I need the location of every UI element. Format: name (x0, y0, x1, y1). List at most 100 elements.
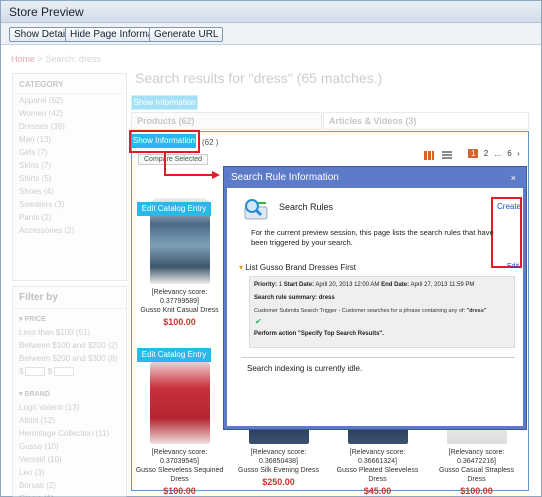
filter-box: Filter by ▾ PRICE Less than $100 (51) Bet… (12, 286, 127, 497)
product-price-2: $100.00 (163, 486, 196, 496)
product-score-1: [Relevancy score: 0.37799589] (151, 289, 208, 305)
grid-view-icon[interactable] (424, 151, 434, 160)
brand-filter-item-3[interactable]: Hermitage Collection (11) (13, 427, 126, 440)
price-filter-item-2[interactable]: Between $100 and $200 (2) (13, 339, 126, 352)
list-view-icon[interactable] (442, 151, 452, 160)
rule-name-label[interactable]: List Gusso Brand Dresses First (245, 263, 356, 272)
show-information-highlight (129, 130, 200, 153)
window-titlebar: Store Preview (1, 1, 541, 23)
price-from-symbol: $ (19, 367, 24, 376)
category-item-4[interactable]: Men (13) (13, 133, 126, 146)
callout-arrow-vertical (164, 153, 166, 176)
rule-trigger-text: Customer Submits Search Trigger - Custom… (254, 308, 465, 314)
product-score-5: [Relevancy score: 0.36472216] (448, 449, 505, 465)
expand-arrow-icon[interactable]: ▾ (239, 263, 243, 272)
page-6[interactable]: 6 (507, 149, 511, 158)
checkmark-icon: ✔ (255, 317, 262, 326)
price-range-inputs: $ $ (13, 365, 126, 378)
product-score-3: [Relevancy score: 0.36850438] (250, 449, 307, 465)
callout-arrow-horizontal (164, 174, 213, 176)
rules-description: For the current preview session, this pa… (251, 228, 494, 247)
generate-url-button[interactable]: Generate URL (149, 27, 224, 42)
product-card-1[interactable]: [Relevancy score: 0.37799589] Gusso Knit… (133, 198, 226, 327)
price-filter-item-3[interactable]: Between $200 and $300 (8) (13, 352, 126, 365)
start-date-value: April 20, 2013 12:00 AM (315, 282, 380, 288)
rule-name[interactable]: ▾ List Gusso Brand Dresses First (239, 263, 356, 272)
compare-selected-label: Compare Selected (144, 156, 202, 163)
brand-heading-label: BRAND (24, 391, 50, 399)
priority-value: 1 (278, 282, 283, 288)
brand-filter-item-8[interactable]: Glacio (1) (13, 492, 126, 497)
product-name-2[interactable]: Gusso Sleeveless Sequined Dress (133, 466, 226, 484)
brand-heading: ▾ BRAND (19, 391, 50, 399)
divider (241, 357, 515, 358)
category-item-3[interactable]: Dresses (39) (13, 120, 126, 133)
product-price-5: $100.00 (460, 486, 493, 496)
category-item-5[interactable]: Girls (7) (13, 146, 126, 159)
category-item-7[interactable]: Shirts (5) (13, 172, 126, 185)
rule-details-box: Priority: 1 Start Date: April 20, 2013 1… (249, 276, 515, 348)
product-card-2[interactable]: [Relevancy score: 0.37039545] Gusso Slee… (133, 358, 226, 496)
rule-action: Perform action "Specify Top Search Resul… (254, 331, 384, 337)
brand-filter-item-6[interactable]: Leo (3) (13, 466, 126, 479)
category-item-10[interactable]: Pants (2) (13, 211, 126, 224)
brand-filter-item-5[interactable]: Versatil (10) (13, 453, 126, 466)
compare-selected-button[interactable]: Compare Selected (138, 154, 208, 165)
brand-filter-item-2[interactable]: Albini (12) (13, 414, 126, 427)
tab-products[interactable]: Products (62) (131, 112, 322, 130)
filter-heading: Filter by (13, 287, 126, 309)
category-box: CATEGORY Apparel (62) Women (42) Dresses (… (12, 73, 127, 281)
product-image-2[interactable] (149, 358, 210, 444)
indexing-status: Search indexing is currently idle. (247, 364, 363, 373)
product-name-5[interactable]: Gusso Casual Strapless Dress (430, 466, 523, 484)
show-information-button-top[interactable]: Show Information (131, 95, 198, 110)
product-price-1: $100.00 (163, 317, 196, 327)
search-results-title: Search results for "dress" (65 matches.) (135, 70, 383, 86)
callout-arrow-head (212, 171, 220, 179)
close-icon[interactable]: × (511, 173, 516, 183)
page-ellipsis: ... (494, 149, 502, 158)
store-preview-window: Store Preview Show Details Hide Page Inf… (0, 0, 542, 497)
price-heading-label: PRICE (24, 316, 46, 323)
category-item-1[interactable]: Apparel (62) (13, 94, 126, 107)
brand-filter-item-4[interactable]: Gusso (10) (13, 440, 126, 453)
page-1[interactable]: 1 (468, 149, 479, 158)
category-item-11[interactable]: Accessories (2) (13, 224, 126, 237)
next-page-icon[interactable]: › (517, 149, 520, 158)
price-min-input[interactable] (25, 367, 46, 377)
product-name-4[interactable]: Gusso Pleated Sleeveless Dress (331, 466, 424, 484)
product-name-3[interactable]: Gusso Silk Evening Dress (232, 466, 325, 475)
dialog-title: Search Rule Information (231, 172, 339, 183)
brand-filter-item-7[interactable]: Borsati (2) (13, 479, 126, 492)
brand-filter-item-1[interactable]: Lugri Valenti (13) (13, 401, 126, 414)
price-max-input[interactable] (54, 367, 75, 377)
price-heading: ▾ PRICE (19, 316, 46, 323)
page-2[interactable]: 2 (484, 149, 488, 158)
category-item-2[interactable]: Women (42) (13, 107, 126, 120)
search-rule-dialog: Search Rule Information × Search Rules C… (223, 166, 527, 430)
breadcrumb-separator: > (37, 54, 43, 64)
rule-trigger-term: "dress" (466, 308, 487, 314)
product-score-4: [Relevancy score: 0.36661324] (349, 449, 406, 465)
breadcrumb-current: Search: dress (45, 54, 101, 64)
window-title: Store Preview (9, 5, 84, 19)
brand-filter-list: Lugri Valenti (13) Albini (12) Hermitage C… (13, 401, 126, 497)
end-date-value: April 27, 2013 11:59 PM (410, 282, 475, 288)
preview-toolbar: Show Details Hide Page Information Gener… (1, 23, 541, 45)
product-name-1[interactable]: Gusso Knit Casual Dress (133, 306, 226, 315)
breadcrumb-home-link[interactable]: Home (11, 54, 35, 64)
price-filter-item-1[interactable]: Less than $100 (51) (13, 326, 126, 339)
start-date-label: Start Date: (283, 282, 315, 288)
category-item-9[interactable]: Sweaters (3) (13, 198, 126, 211)
search-rules-icon (244, 199, 268, 220)
category-item-6[interactable]: Skirts (7) (13, 159, 126, 172)
priority-label: Priority: (254, 282, 278, 288)
tab-articles-videos[interactable]: Articles & Videos (3) (323, 112, 529, 130)
rule-trigger: Customer Submits Search Trigger - Custom… (254, 308, 486, 314)
edit-link[interactable]: Edit (507, 263, 519, 270)
category-item-8[interactable]: Shoes (4) (13, 185, 126, 198)
edit-catalog-entry-button-2[interactable]: Edit Catalog Entry (137, 348, 211, 362)
product-price-3: $250.00 (262, 477, 295, 487)
edit-catalog-entry-button-1[interactable]: Edit Catalog Entry (137, 202, 211, 216)
category-heading: CATEGORY (13, 74, 126, 94)
